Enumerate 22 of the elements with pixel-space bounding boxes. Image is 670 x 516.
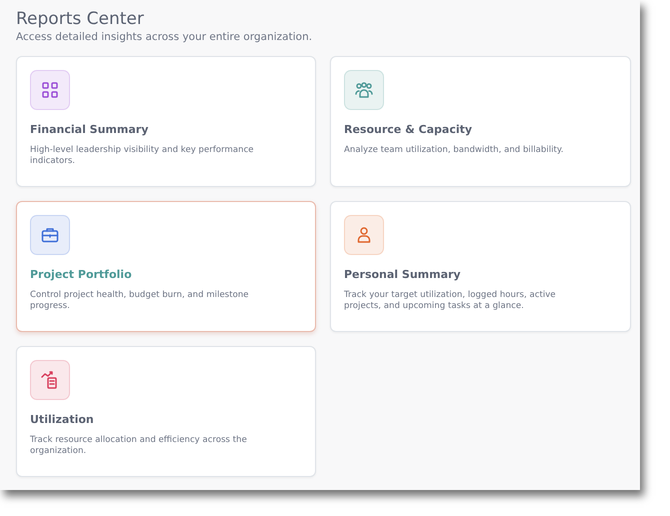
card-title: Financial Summary [30,123,150,136]
report-card[interactable]: Personal Summary Track your target utilization, logged hours, active projects, and upcoming tasks at a glance. [330,201,631,332]
card-title: Resource & Capacity [344,123,474,136]
card-title: Utilization [30,413,95,426]
page-subtitle: Access detailed insights across your entire organization. [16,31,314,43]
grid-icon [42,82,58,98]
card-description: Analyze team utilization, bandwidth, and billability. [344,145,564,156]
report-card[interactable]: Utilization Track resource allocation and efficiency across the organization. [16,346,316,477]
card-description: High-level leadership visibility and key performance indicators. [30,145,255,167]
card-title: Personal Summary [344,268,462,281]
report-card[interactable]: Project Portfolio Control project health, budget burn, and milestone progress. [16,201,316,332]
trend-calculator-icon [41,371,59,389]
report-card[interactable]: Resource & Capacity Analyze team utilization, bandwidth, and billability. [330,56,631,187]
users-icon [355,82,373,98]
card-title: Project Portfolio [30,268,133,281]
card-description: Track resource allocation and efficiency across the organization. [30,435,248,457]
briefcase-icon [41,227,59,243]
page-title: Reports Center [16,8,145,30]
card-description: Control project health, budget burn, and milestone progress. [30,290,250,312]
user-icon [356,226,372,244]
report-card[interactable]: Financial Summary High-level leadership visibility and key performance indicators. [16,56,316,187]
card-description: Track your target utilization, logged hours, active projects, and upcoming tasks at a glance. [344,290,557,312]
